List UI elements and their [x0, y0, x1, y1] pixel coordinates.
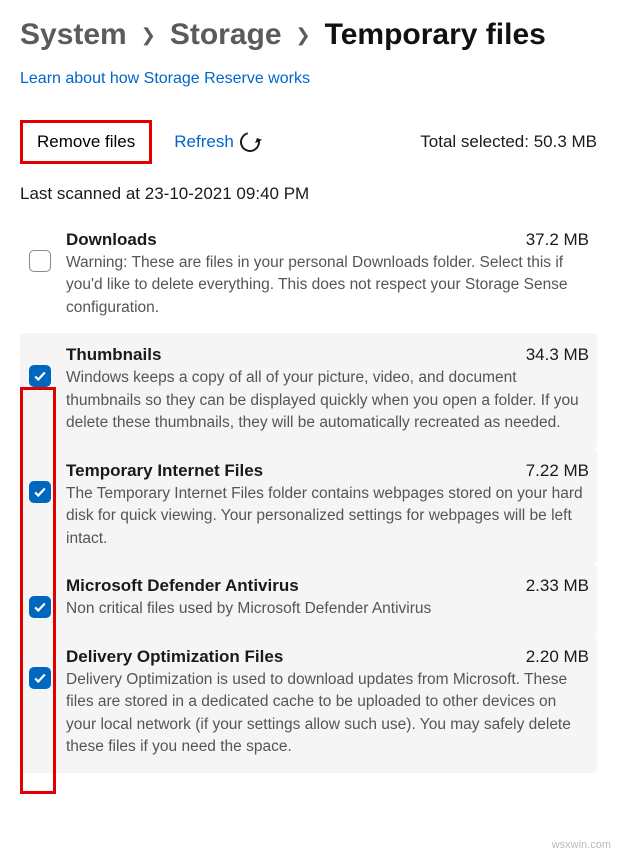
item-size: 37.2 MB [526, 230, 589, 250]
chevron-right-icon: ❯ [296, 25, 311, 46]
breadcrumb-system[interactable]: System [20, 18, 127, 52]
total-label: Total selected: [420, 132, 533, 151]
item-description: Warning: These are files in your persona… [66, 252, 589, 319]
refresh-icon [236, 128, 263, 155]
list-item: Microsoft Defender Antivirus 2.33 MBNon c… [20, 564, 597, 634]
item-size: 34.3 MB [526, 345, 589, 365]
checkbox[interactable] [29, 667, 51, 689]
item-description: Delivery Optimization is used to downloa… [66, 669, 589, 759]
list-item: Delivery Optimization Files 2.20 MBDelive… [20, 635, 597, 773]
item-size: 2.33 MB [526, 576, 589, 596]
item-description: Windows keeps a copy of all of your pict… [66, 367, 589, 434]
item-title: Temporary Internet Files [66, 461, 263, 481]
item-title: Delivery Optimization Files [66, 647, 283, 667]
item-title: Microsoft Defender Antivirus [66, 576, 299, 596]
breadcrumb-storage[interactable]: Storage [170, 18, 282, 52]
remove-files-button[interactable]: Remove files [20, 120, 152, 164]
checkbox[interactable] [29, 481, 51, 503]
item-description: Non critical files used by Microsoft Def… [66, 598, 589, 620]
refresh-button[interactable]: Refresh [174, 132, 260, 152]
last-scanned-text: Last scanned at 23-10-2021 09:40 PM [20, 184, 597, 204]
item-size: 7.22 MB [526, 461, 589, 481]
item-title: Thumbnails [66, 345, 161, 365]
checkbox[interactable] [29, 596, 51, 618]
refresh-label: Refresh [174, 132, 234, 152]
learn-more-link[interactable]: Learn about how Storage Reserve works [20, 70, 310, 88]
item-title: Downloads [66, 230, 157, 250]
chevron-right-icon: ❯ [141, 25, 156, 46]
breadcrumb-current: Temporary files [325, 18, 546, 52]
list-item: Downloads 37.2 MBWarning: These are files… [20, 218, 597, 333]
checkbox[interactable] [29, 365, 51, 387]
total-selected: Total selected: 50.3 MB [420, 132, 597, 152]
checkbox[interactable] [29, 250, 51, 272]
items-list: Downloads 37.2 MBWarning: These are files… [20, 218, 597, 773]
total-value: 50.3 MB [534, 132, 597, 151]
item-size: 2.20 MB [526, 647, 589, 667]
item-description: The Temporary Internet Files folder cont… [66, 483, 589, 550]
list-item: Temporary Internet Files 7.22 MBThe Tempo… [20, 449, 597, 564]
breadcrumb: System ❯ Storage ❯ Temporary files [20, 18, 597, 52]
action-row: Remove files Refresh Total selected: 50.… [20, 120, 597, 164]
list-item: Thumbnails 34.3 MBWindows keeps a copy of… [20, 333, 597, 448]
watermark: wsxwin.com [552, 839, 611, 851]
